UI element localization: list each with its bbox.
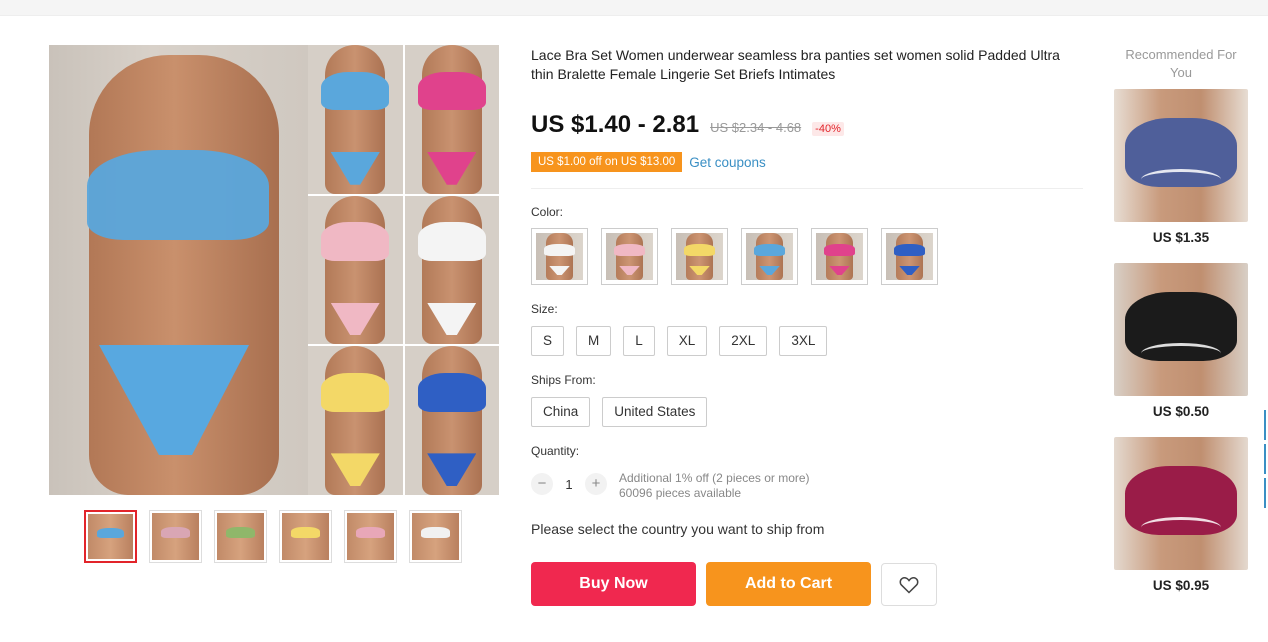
variant-photo [308, 346, 403, 495]
quantity-increase-button[interactable]: + [585, 473, 607, 495]
color-swatch[interactable] [811, 228, 868, 285]
top-nav-strip [0, 0, 1268, 16]
stock-available: 60096 pieces available [619, 486, 742, 500]
quantity-label: Quantity: [531, 444, 580, 458]
size-option[interactable]: XL [666, 326, 708, 356]
recommended-item[interactable]: US $0.50 [1114, 263, 1248, 419]
size-option[interactable]: M [576, 326, 612, 356]
recommended-price: US $0.50 [1152, 404, 1210, 419]
ships-from-label: Ships From: [531, 373, 596, 387]
coupon-row: US $1.00 off on US $13.00 Get coupons [531, 152, 766, 172]
shipping-message: Please select the country you want to sh… [531, 521, 825, 537]
get-coupons-link[interactable]: Get coupons [689, 155, 766, 170]
size-options: S M L XL 2XL 3XL [531, 326, 828, 356]
color-swatches [531, 228, 938, 285]
recommended-item[interactable]: US $0.95 [1114, 437, 1248, 593]
color-swatch[interactable] [671, 228, 728, 285]
quantity-value[interactable]: 1 [553, 477, 585, 492]
wishlist-button[interactable] [881, 563, 937, 606]
color-swatch[interactable] [601, 228, 658, 285]
gallery-thumbnail[interactable] [84, 510, 137, 563]
color-swatch[interactable] [741, 228, 798, 285]
recommended-price: US $0.95 [1152, 578, 1210, 593]
variant-photo [404, 346, 499, 495]
gallery-thumbnail[interactable] [149, 510, 202, 563]
color-label: Color: [531, 205, 564, 219]
variant-photo [308, 195, 403, 345]
current-price: US $1.40 - 2.81 [531, 111, 700, 138]
buy-now-button[interactable]: Buy Now [531, 562, 696, 606]
thumbnail-strip [84, 510, 462, 563]
gallery-thumbnail[interactable] [344, 510, 397, 563]
price-row: US $1.40 - 2.81 US $2.34 - 4.68 -40% [531, 111, 844, 139]
variant-photo [404, 45, 499, 194]
divider [531, 188, 1083, 189]
recommended-item[interactable]: US $1.35 [1114, 89, 1248, 245]
heart-icon [899, 576, 919, 594]
recommended-image [1114, 437, 1248, 570]
size-option[interactable]: 3XL [779, 326, 828, 356]
size-label: Size: [531, 302, 558, 316]
ships-from-options: China United States [531, 397, 708, 427]
quantity-stepper: − 1 + [531, 473, 607, 495]
gallery-thumbnail[interactable] [214, 510, 267, 563]
size-option[interactable]: 2XL [719, 326, 768, 356]
ships-from-option[interactable]: China [531, 397, 591, 427]
variant-photo [308, 45, 403, 194]
recommended-price: US $1.35 [1152, 230, 1210, 245]
bulk-discount-note: Additional 1% off (2 pieces or more) [619, 471, 810, 485]
quantity-info: Additional 1% off (2 pieces or more) 600… [619, 471, 810, 501]
main-model-photo [49, 45, 308, 495]
product-title: Lace Bra Set Women underwear seamless br… [531, 47, 1060, 82]
quantity-decrease-button[interactable]: − [531, 473, 553, 495]
variant-photo [404, 195, 499, 345]
recommended-title: Recommended For You [1125, 47, 1237, 80]
edge-scroll-marks [1264, 410, 1268, 570]
size-option[interactable]: S [531, 326, 565, 356]
recommended-image [1114, 89, 1248, 222]
discount-badge: -40% [812, 122, 844, 136]
coupon-badge: US $1.00 off on US $13.00 [531, 152, 683, 172]
add-to-cart-button[interactable]: Add to Cart [706, 562, 871, 606]
original-price: US $2.34 - 4.68 [710, 120, 802, 135]
recommended-image [1114, 263, 1248, 396]
color-variant-collage [308, 45, 499, 495]
gallery-thumbnail[interactable] [409, 510, 462, 563]
main-product-image[interactable] [49, 45, 499, 495]
size-option[interactable]: L [623, 326, 655, 356]
ships-from-option[interactable]: United States [602, 397, 708, 427]
color-swatch[interactable] [881, 228, 938, 285]
gallery-thumbnail[interactable] [279, 510, 332, 563]
color-swatch[interactable] [531, 228, 588, 285]
